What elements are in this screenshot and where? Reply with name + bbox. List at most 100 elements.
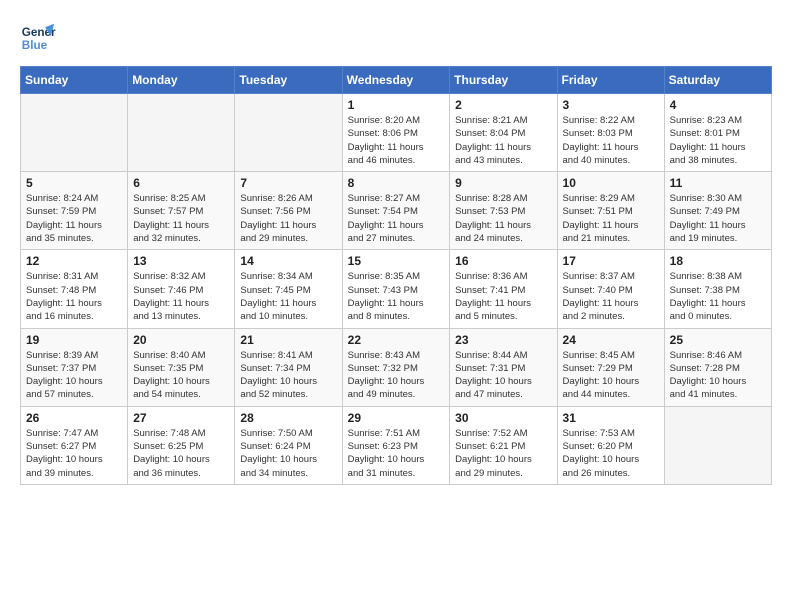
day-number: 4 bbox=[670, 98, 766, 112]
calendar-cell bbox=[21, 94, 128, 172]
calendar-cell: 23 Sunrise: 8:44 AM Sunset: 7:31 PM Dayli… bbox=[450, 328, 557, 406]
calendar-cell: 29 Sunrise: 7:51 AM Sunset: 6:23 PM Dayli… bbox=[342, 406, 450, 484]
day-info: Sunrise: 8:44 AM Sunset: 7:31 PM Dayligh… bbox=[455, 349, 551, 402]
weekday-header-row: SundayMondayTuesdayWednesdayThursdayFrid… bbox=[21, 67, 772, 94]
svg-text:Blue: Blue bbox=[22, 39, 48, 52]
day-info: Sunrise: 8:40 AM Sunset: 7:35 PM Dayligh… bbox=[133, 349, 229, 402]
day-info: Sunrise: 8:41 AM Sunset: 7:34 PM Dayligh… bbox=[240, 349, 336, 402]
day-info: Sunrise: 7:47 AM Sunset: 6:27 PM Dayligh… bbox=[26, 427, 122, 480]
day-number: 11 bbox=[670, 176, 766, 190]
day-number: 16 bbox=[455, 254, 551, 268]
day-number: 17 bbox=[563, 254, 659, 268]
calendar-cell: 13 Sunrise: 8:32 AM Sunset: 7:46 PM Dayli… bbox=[128, 250, 235, 328]
day-number: 29 bbox=[348, 411, 445, 425]
calendar-cell: 6 Sunrise: 8:25 AM Sunset: 7:57 PM Daylig… bbox=[128, 172, 235, 250]
day-number: 15 bbox=[348, 254, 445, 268]
day-info: Sunrise: 8:21 AM Sunset: 8:04 PM Dayligh… bbox=[455, 114, 551, 167]
day-info: Sunrise: 8:45 AM Sunset: 7:29 PM Dayligh… bbox=[563, 349, 659, 402]
day-number: 18 bbox=[670, 254, 766, 268]
calendar-cell: 14 Sunrise: 8:34 AM Sunset: 7:45 PM Dayli… bbox=[235, 250, 342, 328]
day-info: Sunrise: 8:34 AM Sunset: 7:45 PM Dayligh… bbox=[240, 270, 336, 323]
day-number: 7 bbox=[240, 176, 336, 190]
week-row-4: 19Sunrise: 8:39 AM Sunset: 7:37 PM Dayli… bbox=[21, 328, 772, 406]
day-number: 12 bbox=[26, 254, 122, 268]
day-info: Sunrise: 7:51 AM Sunset: 6:23 PM Dayligh… bbox=[348, 427, 445, 480]
calendar-cell: 18 Sunrise: 8:38 AM Sunset: 7:38 PM Dayli… bbox=[664, 250, 771, 328]
day-number: 27 bbox=[133, 411, 229, 425]
day-info: Sunrise: 8:27 AM Sunset: 7:54 PM Dayligh… bbox=[348, 192, 445, 245]
day-info: Sunrise: 8:32 AM Sunset: 7:46 PM Dayligh… bbox=[133, 270, 229, 323]
day-number: 20 bbox=[133, 333, 229, 347]
calendar-cell: 24 Sunrise: 8:45 AM Sunset: 7:29 PM Dayli… bbox=[557, 328, 664, 406]
calendar-cell: 1Sunrise: 8:20 AM Sunset: 8:06 PM Daylig… bbox=[342, 94, 450, 172]
calendar-cell: 9 Sunrise: 8:28 AM Sunset: 7:53 PM Daylig… bbox=[450, 172, 557, 250]
day-info: Sunrise: 8:28 AM Sunset: 7:53 PM Dayligh… bbox=[455, 192, 551, 245]
day-number: 2 bbox=[455, 98, 551, 112]
day-info: Sunrise: 7:53 AM Sunset: 6:20 PM Dayligh… bbox=[563, 427, 659, 480]
week-row-1: 1Sunrise: 8:20 AM Sunset: 8:06 PM Daylig… bbox=[21, 94, 772, 172]
header: General Blue bbox=[20, 20, 772, 56]
day-number: 28 bbox=[240, 411, 336, 425]
day-number: 22 bbox=[348, 333, 445, 347]
day-info: Sunrise: 8:43 AM Sunset: 7:32 PM Dayligh… bbox=[348, 349, 445, 402]
calendar-cell: 7 Sunrise: 8:26 AM Sunset: 7:56 PM Daylig… bbox=[235, 172, 342, 250]
day-info: Sunrise: 8:26 AM Sunset: 7:56 PM Dayligh… bbox=[240, 192, 336, 245]
day-info: Sunrise: 8:24 AM Sunset: 7:59 PM Dayligh… bbox=[26, 192, 122, 245]
day-info: Sunrise: 8:23 AM Sunset: 8:01 PM Dayligh… bbox=[670, 114, 766, 167]
week-row-3: 12 Sunrise: 8:31 AM Sunset: 7:48 PM Dayli… bbox=[21, 250, 772, 328]
day-number: 25 bbox=[670, 333, 766, 347]
calendar-cell: 22 Sunrise: 8:43 AM Sunset: 7:32 PM Dayli… bbox=[342, 328, 450, 406]
calendar-cell: 8 Sunrise: 8:27 AM Sunset: 7:54 PM Daylig… bbox=[342, 172, 450, 250]
calendar-cell: 28 Sunrise: 7:50 AM Sunset: 6:24 PM Dayli… bbox=[235, 406, 342, 484]
weekday-header-friday: Friday bbox=[557, 67, 664, 94]
calendar-cell bbox=[664, 406, 771, 484]
weekday-header-tuesday: Tuesday bbox=[235, 67, 342, 94]
day-info: Sunrise: 8:39 AM Sunset: 7:37 PM Dayligh… bbox=[26, 349, 122, 402]
calendar-cell: 21 Sunrise: 8:41 AM Sunset: 7:34 PM Dayli… bbox=[235, 328, 342, 406]
day-number: 21 bbox=[240, 333, 336, 347]
calendar-cell bbox=[235, 94, 342, 172]
day-number: 6 bbox=[133, 176, 229, 190]
calendar: SundayMondayTuesdayWednesdayThursdayFrid… bbox=[20, 66, 772, 485]
day-info: Sunrise: 7:48 AM Sunset: 6:25 PM Dayligh… bbox=[133, 427, 229, 480]
day-info: Sunrise: 8:20 AM Sunset: 8:06 PM Dayligh… bbox=[348, 114, 445, 167]
weekday-header-wednesday: Wednesday bbox=[342, 67, 450, 94]
day-number: 31 bbox=[563, 411, 659, 425]
day-info: Sunrise: 7:50 AM Sunset: 6:24 PM Dayligh… bbox=[240, 427, 336, 480]
day-info: Sunrise: 7:52 AM Sunset: 6:21 PM Dayligh… bbox=[455, 427, 551, 480]
calendar-cell: 27 Sunrise: 7:48 AM Sunset: 6:25 PM Dayli… bbox=[128, 406, 235, 484]
day-info: Sunrise: 8:46 AM Sunset: 7:28 PM Dayligh… bbox=[670, 349, 766, 402]
day-info: Sunrise: 8:38 AM Sunset: 7:38 PM Dayligh… bbox=[670, 270, 766, 323]
week-row-5: 26 Sunrise: 7:47 AM Sunset: 6:27 PM Dayli… bbox=[21, 406, 772, 484]
calendar-cell: 11Sunrise: 8:30 AM Sunset: 7:49 PM Dayli… bbox=[664, 172, 771, 250]
day-info: Sunrise: 8:31 AM Sunset: 7:48 PM Dayligh… bbox=[26, 270, 122, 323]
calendar-cell: 17Sunrise: 8:37 AM Sunset: 7:40 PM Dayli… bbox=[557, 250, 664, 328]
day-number: 30 bbox=[455, 411, 551, 425]
day-info: Sunrise: 8:29 AM Sunset: 7:51 PM Dayligh… bbox=[563, 192, 659, 245]
weekday-header-sunday: Sunday bbox=[21, 67, 128, 94]
calendar-cell: 4 Sunrise: 8:23 AM Sunset: 8:01 PM Daylig… bbox=[664, 94, 771, 172]
calendar-cell: 30 Sunrise: 7:52 AM Sunset: 6:21 PM Dayli… bbox=[450, 406, 557, 484]
calendar-cell: 16 Sunrise: 8:36 AM Sunset: 7:41 PM Dayli… bbox=[450, 250, 557, 328]
day-number: 14 bbox=[240, 254, 336, 268]
logo-icon: General Blue bbox=[20, 20, 56, 56]
calendar-cell bbox=[128, 94, 235, 172]
day-number: 26 bbox=[26, 411, 122, 425]
day-number: 9 bbox=[455, 176, 551, 190]
day-info: Sunrise: 8:25 AM Sunset: 7:57 PM Dayligh… bbox=[133, 192, 229, 245]
day-number: 24 bbox=[563, 333, 659, 347]
day-number: 10 bbox=[563, 176, 659, 190]
weekday-header-thursday: Thursday bbox=[450, 67, 557, 94]
day-number: 13 bbox=[133, 254, 229, 268]
calendar-cell: 26 Sunrise: 7:47 AM Sunset: 6:27 PM Dayli… bbox=[21, 406, 128, 484]
day-number: 3 bbox=[563, 98, 659, 112]
day-number: 23 bbox=[455, 333, 551, 347]
weekday-header-saturday: Saturday bbox=[664, 67, 771, 94]
calendar-cell: 5Sunrise: 8:24 AM Sunset: 7:59 PM Daylig… bbox=[21, 172, 128, 250]
calendar-cell: 10 Sunrise: 8:29 AM Sunset: 7:51 PM Dayli… bbox=[557, 172, 664, 250]
day-info: Sunrise: 8:35 AM Sunset: 7:43 PM Dayligh… bbox=[348, 270, 445, 323]
calendar-cell: 3Sunrise: 8:22 AM Sunset: 8:03 PM Daylig… bbox=[557, 94, 664, 172]
day-number: 8 bbox=[348, 176, 445, 190]
day-info: Sunrise: 8:36 AM Sunset: 7:41 PM Dayligh… bbox=[455, 270, 551, 323]
logo: General Blue bbox=[20, 20, 56, 56]
